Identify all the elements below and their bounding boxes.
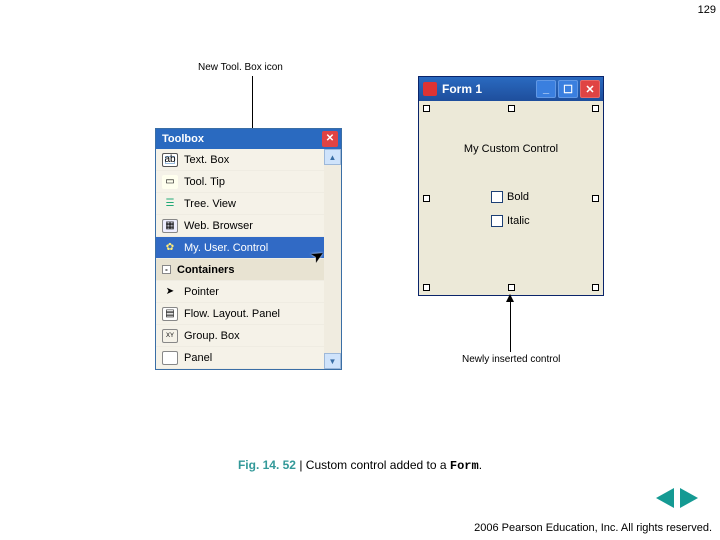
resize-handle-icon[interactable] (592, 105, 599, 112)
toolbox-title-text: Toolbox (162, 129, 204, 149)
toolbox-item-label: Text. Box (184, 154, 229, 166)
toolbox-list: ab Text. Box ▭ Tool. Tip ☰ Tree. View ▦ Web.… (156, 149, 324, 369)
caption-period: . (479, 458, 482, 472)
form1-app-icon (423, 82, 437, 96)
copyright-text: 2006 Pearson Education, Inc. All rights … (474, 522, 712, 534)
arrow-form (510, 298, 511, 352)
checkbox-icon[interactable] (491, 215, 503, 227)
prev-slide-button[interactable] (656, 488, 674, 508)
toolbox-item-label: Flow. Layout. Panel (184, 308, 280, 320)
close-icon[interactable]: ✕ (580, 80, 600, 98)
toolbox-item-label: Pointer (184, 286, 219, 298)
window-controls: _ ☐ ✕ (536, 80, 603, 98)
caption-sep: | (296, 458, 306, 472)
caption-form-word: Form (450, 459, 479, 473)
toolbox-item-label: Panel (184, 352, 212, 364)
treeview-icon: ☰ (162, 197, 178, 211)
figure-caption: Fig. 14. 52 | Custom control added to a … (0, 458, 720, 473)
custom-control-label: My Custom Control (419, 143, 603, 155)
resize-handle-icon[interactable] (592, 284, 599, 291)
minimize-icon[interactable]: _ (536, 80, 556, 98)
form1-title-text: Form 1 (442, 82, 482, 96)
resize-handle-icon[interactable] (592, 195, 599, 202)
textbox-icon: ab (162, 153, 178, 167)
toolbox-group-label: Containers (177, 264, 234, 276)
toolbox-group-containers[interactable]: -Containers (156, 259, 324, 281)
resize-handle-icon[interactable] (508, 284, 515, 291)
bold-label: Bold (507, 191, 529, 203)
arrowhead-up-icon (506, 294, 514, 302)
toolbox-item-label: Tree. View (184, 198, 236, 210)
toolbox-item-groupbox[interactable]: XY Group. Box (156, 325, 324, 347)
toolbox-item-tooltip[interactable]: ▭ Tool. Tip (156, 171, 324, 193)
toolbox-item-label: Tool. Tip (184, 176, 225, 188)
tooltip-icon: ▭ (162, 175, 178, 189)
checkbox-icon[interactable] (491, 191, 503, 203)
groupbox-icon: XY (162, 329, 178, 343)
toolbox-item-panel[interactable]: Panel (156, 347, 324, 369)
form1-window: Form 1 _ ☐ ✕ My Custom Control Bold Ital… (418, 76, 604, 296)
annotation-toolbox-icon: New Tool. Box icon (198, 62, 283, 73)
toolbox-item-textbox[interactable]: ab Text. Box (156, 149, 324, 171)
form1-titlebar[interactable]: Form 1 _ ☐ ✕ (419, 77, 603, 101)
caption-text: Custom control added to a (306, 458, 450, 472)
toolbox-item-label: Group. Box (184, 330, 240, 342)
form1-client-area[interactable]: My Custom Control Bold Italic (419, 101, 603, 295)
scroll-up-icon[interactable]: ▲ (324, 149, 341, 165)
bold-checkbox[interactable]: Bold (491, 191, 529, 203)
page-number: 129 (698, 4, 716, 16)
pointer-icon: ➤ (162, 285, 178, 299)
italic-checkbox[interactable]: Italic (491, 215, 530, 227)
toolbox-item-myusercontrol[interactable]: ✿ My. User. Control (156, 237, 324, 259)
toolbox-titlebar[interactable]: Toolbox ✕ (156, 129, 341, 149)
maximize-icon[interactable]: ☐ (558, 80, 578, 98)
toolbox-item-label: Web. Browser (184, 220, 253, 232)
toolbox-item-treeview[interactable]: ☰ Tree. View (156, 193, 324, 215)
figure-number: Fig. 14. 52 (238, 458, 296, 472)
collapse-icon[interactable]: - (162, 265, 171, 274)
toolbox-item-webbrowser[interactable]: ▦ Web. Browser (156, 215, 324, 237)
toolbox-item-pointer[interactable]: ➤ Pointer (156, 281, 324, 303)
panel-icon (162, 351, 178, 365)
close-icon[interactable]: ✕ (322, 131, 338, 147)
scroll-down-icon[interactable]: ▼ (324, 353, 341, 369)
next-slide-button[interactable] (680, 488, 698, 508)
toolbox-item-label: My. User. Control (184, 242, 268, 254)
resize-handle-icon[interactable] (508, 105, 515, 112)
webbrowser-icon: ▦ (162, 219, 178, 233)
italic-label: Italic (507, 215, 530, 227)
flowlayoutpanel-icon: ▤ (162, 307, 178, 321)
toolbox-item-flowlayoutpanel[interactable]: ▤ Flow. Layout. Panel (156, 303, 324, 325)
annotation-newly-inserted: Newly inserted control (462, 354, 560, 365)
resize-handle-icon[interactable] (423, 195, 430, 202)
resize-handle-icon[interactable] (423, 105, 430, 112)
usercontrol-icon: ✿ (162, 241, 178, 255)
resize-handle-icon[interactable] (423, 284, 430, 291)
